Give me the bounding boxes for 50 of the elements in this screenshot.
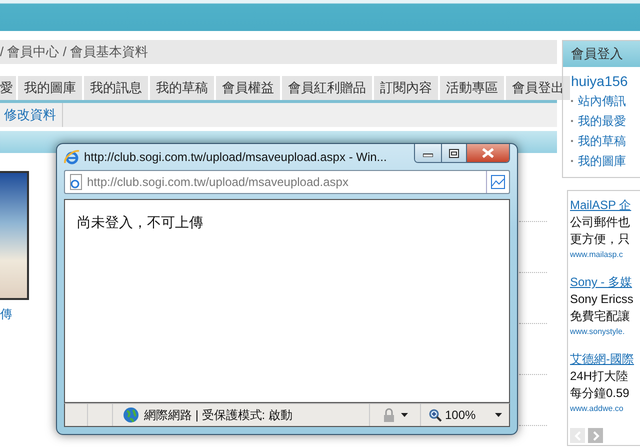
globe-icon xyxy=(123,407,139,423)
window-title: http://club.sogi.com.tw/upload/msaveupload.aspx - Win... xyxy=(84,150,388,164)
nav-tab[interactable]: 我的圖庫 xyxy=(18,76,82,100)
caret-icon xyxy=(494,413,502,417)
close-button[interactable] xyxy=(466,144,509,162)
photo-caption[interactable]: 傳 xyxy=(0,306,29,323)
address-field[interactable]: http://club.sogi.com.tw/upload/msaveupload.aspx xyxy=(64,170,510,194)
nav-tab[interactable]: 會員權益 xyxy=(216,76,280,100)
nav-tab[interactable]: 我的訊息 xyxy=(84,76,148,100)
username[interactable]: huiya156 xyxy=(571,73,640,89)
member-link[interactable]: 我的最愛 xyxy=(578,111,626,131)
minimize-button[interactable] xyxy=(415,144,441,162)
member-link[interactable]: 我的圖庫 xyxy=(578,151,626,171)
sub-tab[interactable]: 修改資料 xyxy=(0,103,63,127)
nav-tab[interactable]: 訂閱內容 xyxy=(374,76,438,100)
ad-text: Sony Ericss xyxy=(570,291,634,308)
lock-icon xyxy=(382,408,396,422)
close-icon xyxy=(482,148,494,158)
caret-icon xyxy=(401,413,408,417)
nav-tab[interactable]: 會員紅利贈品 xyxy=(282,76,372,100)
member-link[interactable]: 站內傳訊 xyxy=(578,91,626,111)
ad-text: 24H打大陸 xyxy=(570,368,628,385)
message-text: 尚未登入，不可上傳 xyxy=(77,214,204,232)
nav-tab[interactable]: 愛 xyxy=(0,76,16,100)
ad-text: 公司郵件也 xyxy=(570,214,630,231)
ad-title-link[interactable]: Sony - 多媒 xyxy=(570,274,632,291)
breadcrumb: / 會員中心 / 會員基本資料 xyxy=(0,40,557,64)
ad-url[interactable]: www.sonystyle. xyxy=(570,325,625,339)
member-link[interactable]: 我的草稿 xyxy=(578,131,626,151)
security-menu-button[interactable] xyxy=(382,408,408,422)
nav-tab[interactable]: 活動專區 xyxy=(440,76,504,100)
nav-tab[interactable]: 會員登出 xyxy=(506,76,570,100)
ad-text: 更方便，只 xyxy=(570,231,630,248)
zoom-icon xyxy=(429,408,442,422)
panel-title: 會員登入 xyxy=(563,41,640,67)
ad-url[interactable]: www.addwe.co xyxy=(570,402,624,416)
ad-url[interactable]: www.mailasp.c xyxy=(570,248,623,262)
browser-logo-icon xyxy=(64,149,80,165)
page-icon xyxy=(69,174,83,190)
nav-tab[interactable]: 我的草稿 xyxy=(150,76,214,100)
ad-text: 免費宅配讓 xyxy=(570,308,630,325)
zoom-button[interactable]: 100% xyxy=(421,408,509,422)
maximize-button[interactable] xyxy=(441,144,466,162)
ad-title-link[interactable]: MailASP 企 xyxy=(570,197,632,214)
url-text: http://club.sogi.com.tw/upload/msaveupload.aspx xyxy=(87,175,350,189)
picture-icon xyxy=(491,175,505,189)
ad-title-link[interactable]: 艾德網-國際 xyxy=(570,351,634,368)
security-zone-text: 網際網路 | 受保護模式: 啟動 xyxy=(144,406,292,424)
ad-text: 每分鐘0.59 xyxy=(570,385,630,402)
restore-icon xyxy=(449,148,459,158)
